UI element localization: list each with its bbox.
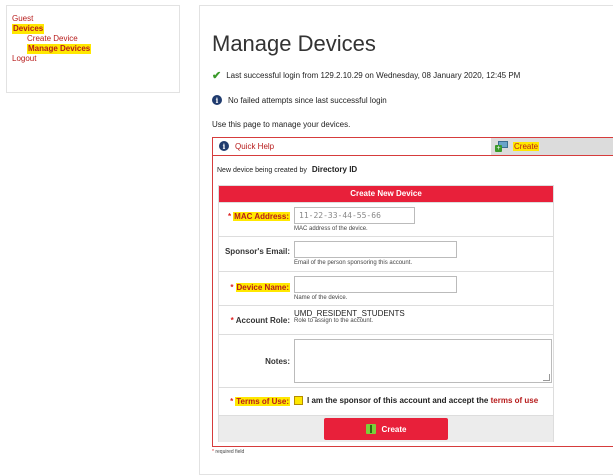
device-name-label: * Device Name: xyxy=(230,283,290,292)
sponsor-label: Sponsor's Email: xyxy=(224,247,290,256)
quick-help-label: Quick Help xyxy=(235,141,275,151)
account-role-value: UMD_RESIDENT_STUDENTS xyxy=(294,309,405,318)
notes-textarea[interactable] xyxy=(294,339,552,383)
sidebar-nav: Guest Devices Create Device Manage Devic… xyxy=(6,5,180,93)
login-message-text: Last successful login from 129.2.10.29 o… xyxy=(226,71,521,80)
account-role-row: * Account Role: UMD_RESIDENT_STUDENTS Rol… xyxy=(219,305,553,335)
info-icon: i xyxy=(212,95,222,105)
nav-manage-devices[interactable]: Manage Devices xyxy=(27,44,92,54)
terms-row: * Terms of Use: I am the sponsor of this … xyxy=(219,387,553,416)
created-by-line: New device being created by Directory ID xyxy=(217,165,357,174)
failed-attempts-message: i No failed attempts since last successf… xyxy=(212,95,387,105)
terms-label: * Terms of Use: xyxy=(230,397,290,406)
nav-logout[interactable]: Logout xyxy=(12,54,179,64)
quick-help-link[interactable]: i Quick Help xyxy=(219,141,274,151)
page-title: Manage Devices xyxy=(212,31,376,56)
sponsor-email-input[interactable] xyxy=(294,241,457,258)
form-header: Create New Device xyxy=(219,186,553,202)
intro-text-label: Use this page to manage your devices. xyxy=(212,120,351,129)
device-name-help: Name of the device. xyxy=(294,295,348,301)
notes-row: Notes: xyxy=(219,334,553,388)
create-tab[interactable]: + Create xyxy=(491,138,613,155)
created-by-value: Directory ID xyxy=(311,165,358,174)
required-field-note: * required field xyxy=(212,449,245,455)
sponsor-row: Sponsor's Email: Email of the person spo… xyxy=(219,236,553,272)
panel-toolbar: i Quick Help + Create xyxy=(213,138,613,156)
created-by-prefix: New device being created by xyxy=(217,167,307,174)
sponsor-help: Email of the person sponsoring this acco… xyxy=(294,260,413,266)
create-button-label: Create xyxy=(381,424,407,434)
form-actions: Create xyxy=(219,415,553,442)
device-name-row: * Device Name: Name of the device. xyxy=(219,271,553,306)
mac-address-input[interactable]: 11-22-33-44-55-66 xyxy=(294,207,415,224)
failed-message-text: No failed attempts since last successful… xyxy=(228,95,387,105)
mac-label: * MAC Address: xyxy=(228,212,290,221)
login-message: ✔ Last successful login from 129.2.10.29… xyxy=(212,69,520,82)
resize-grip-icon[interactable] xyxy=(543,374,550,381)
device-panel: i Quick Help + Create New device being c… xyxy=(212,137,613,447)
create-button[interactable]: Create xyxy=(324,418,448,440)
terms-of-use-link[interactable]: terms of use xyxy=(491,396,539,405)
account-role-label: * Account Role: xyxy=(230,316,290,325)
create-device-form: Create New Device * MAC Address: 11-22-33… xyxy=(218,185,554,442)
mac-row: * MAC Address: 11-22-33-44-55-66 MAC addr… xyxy=(219,202,553,237)
notes-label: Notes: xyxy=(265,357,290,366)
create-icon xyxy=(365,424,376,434)
mac-help: MAC address of the device. xyxy=(294,226,368,232)
terms-checkbox[interactable] xyxy=(294,396,303,406)
device-name-input[interactable] xyxy=(294,276,457,293)
nav-guest[interactable]: Guest xyxy=(12,14,179,24)
nav-devices[interactable]: Devices xyxy=(12,24,45,34)
add-device-icon: + xyxy=(495,141,509,152)
checkmark-icon: ✔ xyxy=(212,70,222,82)
nav-create-device[interactable]: Create Device xyxy=(27,34,179,44)
intro-text: Use this page to manage your devices. xyxy=(212,120,350,129)
account-role-help: Role to assign to the account. xyxy=(294,318,374,324)
info-icon: i xyxy=(219,141,229,151)
terms-text: I am the sponsor of this account and acc… xyxy=(307,396,539,405)
create-tab-label: Create xyxy=(513,142,540,151)
